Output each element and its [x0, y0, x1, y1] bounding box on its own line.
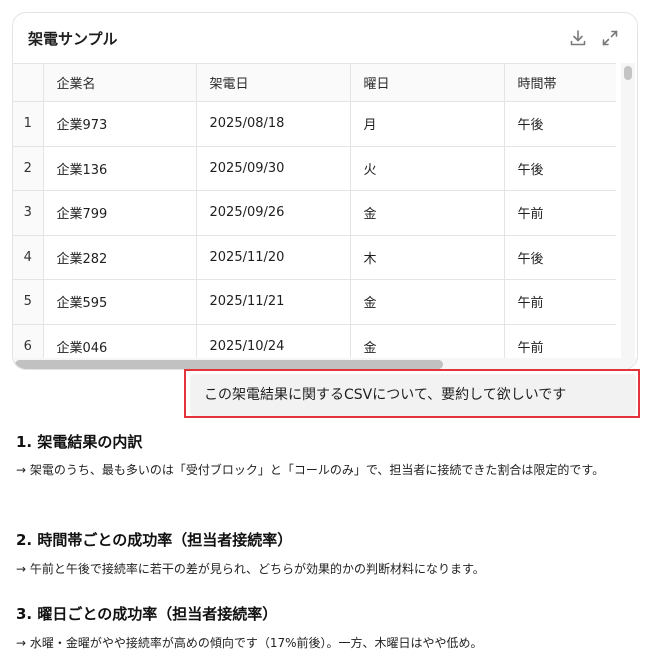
cell-weekday: 金 [350, 190, 505, 236]
column-header-timeslot[interactable]: 時間帯 [504, 63, 616, 102]
cell-date: 2025/09/30 [196, 146, 351, 191]
column-header-company[interactable]: 企業名 [43, 63, 197, 102]
section-body: → 水曜・金曜がやや接続率が高めの傾向です（17%前後）。一方、木曜日はやや低め… [16, 636, 483, 650]
row-index: 4 [13, 235, 44, 280]
expand-icon[interactable] [600, 28, 620, 48]
column-header-weekday[interactable]: 曜日 [350, 63, 505, 102]
cell-company: 企業595 [43, 279, 197, 325]
card-title: 架電サンプル [28, 30, 118, 48]
cell-company: 企業799 [43, 190, 197, 236]
cell-weekday: 金 [350, 279, 505, 325]
horizontal-scroll-thumb[interactable] [15, 360, 443, 369]
download-icon[interactable] [568, 28, 588, 48]
cell-timeslot: 午前 [504, 279, 616, 325]
highlight-box [184, 369, 640, 418]
card-header: 架電サンプル [13, 13, 637, 63]
row-index: 2 [13, 146, 44, 191]
cell-date: 2025/11/21 [196, 279, 351, 325]
row-index: 5 [13, 279, 44, 325]
data-table-card: 架電サンプル 企業名 架電日 曜日 時間帯 1 企業973 2025/08/18… [12, 12, 638, 370]
cell-weekday: 月 [350, 101, 505, 147]
table-header-row: 企業名 架電日 曜日 時間帯 [13, 63, 616, 102]
data-table: 企業名 架電日 曜日 時間帯 1 企業973 2025/08/18 月 午後 2… [13, 63, 616, 369]
cell-weekday: 木 [350, 235, 505, 280]
cell-timeslot: 午後 [504, 146, 616, 191]
column-header-date[interactable]: 架電日 [196, 63, 351, 102]
cell-timeslot: 午後 [504, 101, 616, 147]
vertical-scrollbar[interactable] [621, 63, 635, 369]
section-body: → 架電のうち、最も多いのは「受付ブロック」と「コールのみ」で、担当者に接続でき… [16, 463, 605, 477]
cell-timeslot: 午後 [504, 235, 616, 280]
table-row: 4 企業282 2025/11/20 木 午後 [13, 235, 616, 280]
table-row: 3 企業799 2025/09/26 金 午前 [13, 190, 616, 236]
index-header [13, 63, 44, 102]
table-row: 1 企業973 2025/08/18 月 午後 [13, 101, 616, 147]
cell-date: 2025/09/26 [196, 190, 351, 236]
table-row: 2 企業136 2025/09/30 火 午後 [13, 146, 616, 191]
cell-company: 企業136 [43, 146, 197, 191]
cell-timeslot: 午前 [504, 190, 616, 236]
section-title: 3. 曜日ごとの成功率（担当者接続率） [16, 605, 278, 623]
vertical-scroll-thumb[interactable] [624, 66, 632, 80]
cell-weekday: 火 [350, 146, 505, 191]
table-row: 5 企業595 2025/11/21 金 午前 [13, 279, 616, 325]
cell-company: 企業282 [43, 235, 197, 280]
row-index: 1 [13, 101, 44, 147]
table-scroll-area[interactable]: 企業名 架電日 曜日 時間帯 1 企業973 2025/08/18 月 午後 2… [13, 63, 637, 369]
section-title: 2. 時間帯ごとの成功率（担当者接続率） [16, 531, 293, 549]
row-index: 3 [13, 190, 44, 236]
section-body: → 午前と午後で接続率に若干の差が見られ、どちらが効果的かの判断材料になります。 [16, 562, 485, 576]
cell-date: 2025/11/20 [196, 235, 351, 280]
cell-company: 企業973 [43, 101, 197, 147]
section-title: 1. 架電結果の内訳 [16, 433, 143, 451]
cell-date: 2025/08/18 [196, 101, 351, 147]
